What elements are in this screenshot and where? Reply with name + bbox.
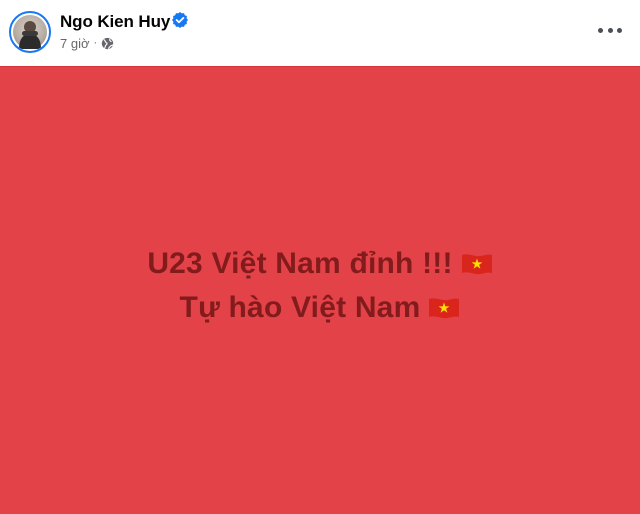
globe-icon[interactable] (101, 37, 114, 50)
post-meta: 7 giờ · (60, 35, 114, 51)
vietnam-flag-icon (461, 253, 492, 274)
more-options-icon[interactable] (598, 22, 622, 38)
post-header: Ngo Kien Huy 7 giờ · (0, 0, 640, 66)
post-text-line-1: U23 Việt Nam đỉnh !!! (147, 242, 492, 286)
verified-badge-icon (172, 12, 188, 28)
post-text-1: U23 Việt Nam đỉnh !!! (147, 246, 453, 280)
vietnam-flag-icon (429, 297, 460, 318)
post-time[interactable]: 7 giờ (60, 36, 90, 51)
avatar-image (13, 15, 47, 49)
post-colored-background: U23 Việt Nam đỉnh !!! Tự hào Việt Nam (0, 66, 640, 514)
post-text-2: Tự hào Việt Nam (179, 290, 421, 324)
avatar[interactable] (9, 11, 51, 53)
meta-separator: · (93, 37, 98, 49)
facebook-post: Ngo Kien Huy 7 giờ · U23 Việt Nam đỉnh !… (0, 0, 640, 514)
post-text-line-2: Tự hào Việt Nam (180, 286, 461, 330)
author-name[interactable]: Ngo Kien Huy (60, 12, 170, 32)
